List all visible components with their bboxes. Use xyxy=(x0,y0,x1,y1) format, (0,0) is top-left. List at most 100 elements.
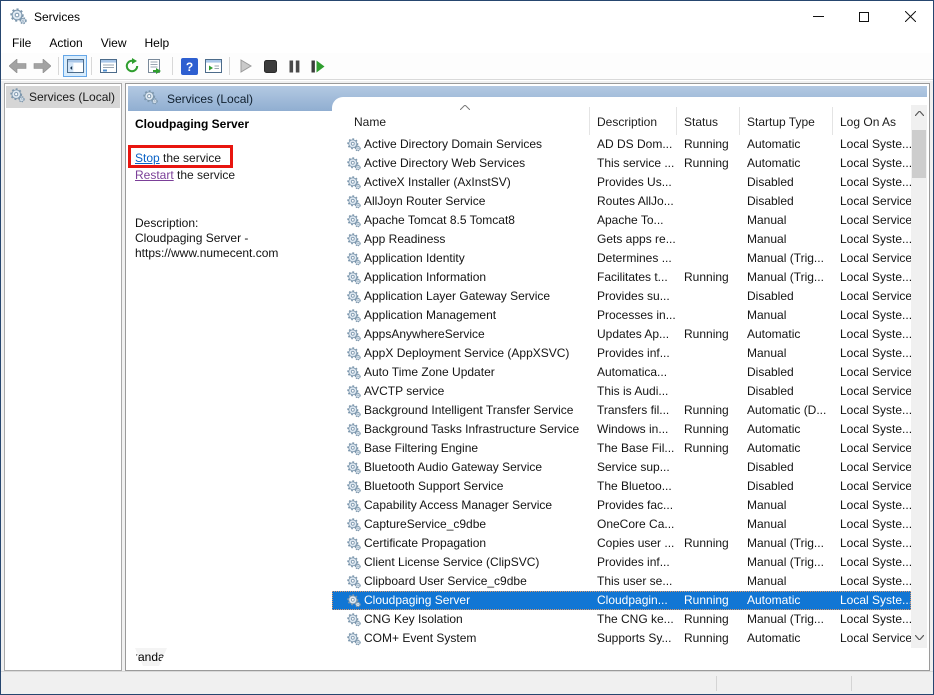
cell-log-on-as: Local Service xyxy=(833,249,911,268)
cell-status: Running xyxy=(677,135,740,154)
properties-button[interactable] xyxy=(96,55,120,77)
restart-service-line: Restart the service xyxy=(135,168,235,182)
workspace: Services (Local) Services (Local) Cloudp… xyxy=(1,81,933,671)
export-list-button[interactable] xyxy=(144,55,168,77)
column-header-description[interactable]: Description xyxy=(590,107,677,135)
stop-service-text: the service xyxy=(160,151,221,165)
table-row[interactable]: Background Intelligent Transfer ServiceT… xyxy=(332,401,911,420)
cell-name: Application Identity xyxy=(332,249,590,268)
show-console-tree-button[interactable] xyxy=(63,55,87,77)
cell-startup-type: Automatic xyxy=(740,135,833,154)
cell-description: Updates Ap... xyxy=(590,325,677,344)
back-button[interactable] xyxy=(6,55,30,77)
menu-file[interactable]: File xyxy=(3,34,40,52)
table-row[interactable]: AllJoyn Router ServiceRoutes AllJo...Dis… xyxy=(332,192,911,211)
help-button[interactable]: ? xyxy=(177,55,201,77)
pane-header-title: Services (Local) xyxy=(167,92,253,106)
table-row[interactable]: AppX Deployment Service (AppXSVC)Provide… xyxy=(332,344,911,363)
close-button[interactable] xyxy=(887,1,933,32)
table-row[interactable]: Certificate PropagationCopies user ...Ru… xyxy=(332,534,911,553)
column-header-status[interactable]: Status xyxy=(677,107,740,135)
back-arrow-icon xyxy=(9,59,27,73)
table-row[interactable]: Bluetooth Support ServiceThe Bluetoo...D… xyxy=(332,477,911,496)
action-pane-icon xyxy=(205,59,222,73)
cell-log-on-as: Local Syste... xyxy=(833,591,911,610)
service-gear-icon xyxy=(347,632,361,646)
show-action-pane-button[interactable] xyxy=(201,55,225,77)
cell-log-on-as: Local Syste... xyxy=(833,306,911,325)
services-window: Services File Action View Help xyxy=(0,0,934,695)
services-app-icon xyxy=(10,8,27,25)
maximize-button[interactable] xyxy=(841,1,887,32)
menu-view[interactable]: View xyxy=(92,34,136,52)
cell-name: Auto Time Zone Updater xyxy=(332,363,590,382)
cell-name: AllJoyn Router Service xyxy=(332,192,590,211)
cell-log-on-as: Local Service xyxy=(833,363,911,382)
forward-button[interactable] xyxy=(30,55,54,77)
table-row[interactable]: ActiveX Installer (AxInstSV)Provides Us.… xyxy=(332,173,911,192)
refresh-button[interactable] xyxy=(120,55,144,77)
restart-service-link[interactable]: Restart xyxy=(135,168,174,182)
cell-description: Facilitates t... xyxy=(590,268,677,287)
start-service-button[interactable] xyxy=(234,55,258,77)
cell-startup-type: Manual (Trig... xyxy=(740,268,833,287)
service-gear-icon xyxy=(347,499,361,513)
table-row[interactable]: Auto Time Zone UpdaterAutomatica...Disab… xyxy=(332,363,911,382)
table-row[interactable]: Active Directory Web ServicesThis servic… xyxy=(332,154,911,173)
service-gear-icon xyxy=(347,366,361,380)
cell-description: Provides su... xyxy=(590,287,677,306)
scroll-down-button[interactable] xyxy=(911,629,927,646)
cell-startup-type: Automatic xyxy=(740,591,833,610)
cell-log-on-as: Local Syste... xyxy=(833,135,911,154)
column-header-startup-type[interactable]: Startup Type xyxy=(740,107,833,135)
table-row[interactable]: Base Filtering EngineThe Base Fil...Runn… xyxy=(332,439,911,458)
table-row[interactable]: Application InformationFacilitates t...R… xyxy=(332,268,911,287)
service-gear-icon xyxy=(347,404,361,418)
table-row[interactable]: Application ManagementProcesses in...Man… xyxy=(332,306,911,325)
title-bar: Services xyxy=(1,1,933,32)
close-icon xyxy=(905,11,916,22)
table-row-selected[interactable]: Cloudpaging ServerCloudpagin...RunningAu… xyxy=(332,591,911,610)
restart-service-button[interactable] xyxy=(306,55,330,77)
pause-service-button[interactable] xyxy=(282,55,306,77)
table-row[interactable]: Capability Access Manager ServiceProvide… xyxy=(332,496,911,515)
cell-log-on-as: Local Service xyxy=(833,439,911,458)
menu-action[interactable]: Action xyxy=(40,34,91,52)
services-pane: Services (Local) Cloudpaging Server Stop… xyxy=(125,83,930,671)
minimize-button[interactable] xyxy=(795,1,841,32)
table-row[interactable]: Bluetooth Audio Gateway ServiceService s… xyxy=(332,458,911,477)
status-bar-separator xyxy=(851,676,852,691)
cell-name: Application Layer Gateway Service xyxy=(332,287,590,306)
table-row[interactable]: Background Tasks Infrastructure ServiceW… xyxy=(332,420,911,439)
table-row[interactable]: CNG Key IsolationThe CNG ke...RunningMan… xyxy=(332,610,911,629)
table-row[interactable]: Active Directory Domain ServicesAD DS Do… xyxy=(332,135,911,154)
tree-item-services-local[interactable]: Services (Local) xyxy=(6,86,120,108)
table-row[interactable]: App ReadinessGets apps re...ManualLocal … xyxy=(332,230,911,249)
column-header-name[interactable]: Name xyxy=(332,107,590,135)
scroll-up-button[interactable] xyxy=(911,105,927,122)
table-row[interactable]: Application Layer Gateway ServiceProvide… xyxy=(332,287,911,306)
cell-description: OneCore Ca... xyxy=(590,515,677,534)
table-row[interactable]: Clipboard User Service_c9dbeThis user se… xyxy=(332,572,911,591)
scrollbar-thumb[interactable] xyxy=(912,130,926,178)
cell-status: Running xyxy=(677,325,740,344)
table-row[interactable]: Application IdentityDetermines ...Manual… xyxy=(332,249,911,268)
column-header-log-on-as[interactable]: Log On As xyxy=(833,107,911,135)
forward-arrow-icon xyxy=(33,59,51,73)
table-row[interactable]: AppsAnywhereServiceUpdates Ap...RunningA… xyxy=(332,325,911,344)
menu-help[interactable]: Help xyxy=(136,34,179,52)
table-row[interactable]: Apache Tomcat 8.5 Tomcat8Apache To...Man… xyxy=(332,211,911,230)
table-row[interactable]: CaptureService_c9dbeOneCore Ca...ManualL… xyxy=(332,515,911,534)
stop-service-button[interactable] xyxy=(258,55,282,77)
table-row[interactable]: AVCTP serviceThis is Audi...DisabledLoca… xyxy=(332,382,911,401)
stop-service-link[interactable]: Stop xyxy=(135,151,160,165)
table-row[interactable]: Client License Service (ClipSVC)Provides… xyxy=(332,553,911,572)
table-row[interactable]: COM+ Event SystemSupports Sy...RunningAu… xyxy=(332,629,911,648)
vertical-scrollbar[interactable] xyxy=(911,105,927,648)
export-list-icon xyxy=(148,59,165,74)
service-gear-icon xyxy=(347,480,361,494)
cell-status xyxy=(677,211,740,230)
status-bar-separator xyxy=(716,676,717,691)
cell-status: Running xyxy=(677,420,740,439)
service-gear-icon xyxy=(347,556,361,570)
